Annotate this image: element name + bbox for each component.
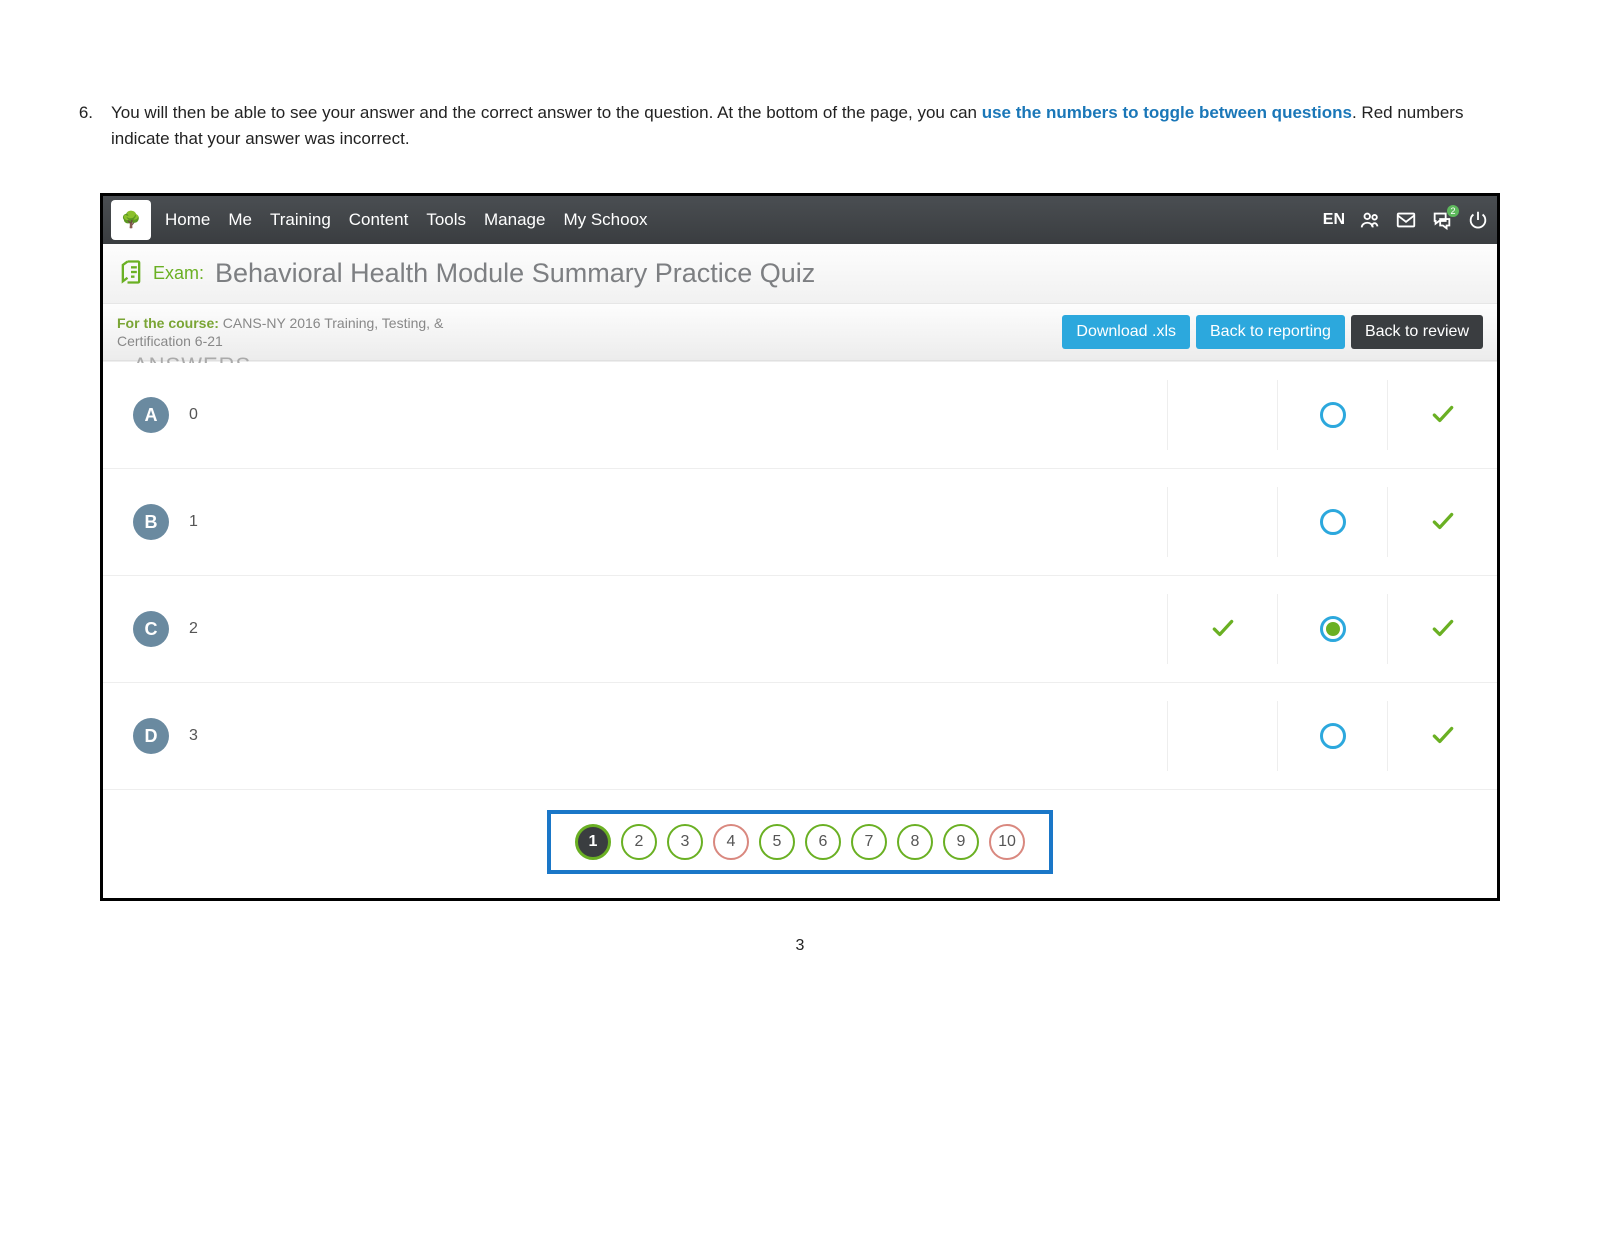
overall-col [1387,380,1497,450]
page-number: 3 [75,937,1525,955]
option-value: 2 [189,620,198,638]
question-number-button[interactable]: 2 [621,824,657,860]
question-number-button[interactable]: 8 [897,824,933,860]
selected-col [1277,487,1387,557]
exam-header: Exam: Behavioral Health Module Summary P… [103,244,1497,304]
answer-row: B1 [103,469,1497,576]
question-number-button[interactable]: 7 [851,824,887,860]
nav-item[interactable]: Me [228,210,252,230]
nav-item[interactable]: Manage [484,210,545,230]
radio-icon [1320,402,1346,428]
exam-label: Exam: [153,263,204,284]
overall-col [1387,487,1497,557]
people-icon[interactable] [1359,209,1381,231]
question-number-button[interactable]: 6 [805,824,841,860]
nav-item[interactable]: My Schoox [563,210,647,230]
question-number-button[interactable]: 1 [575,824,611,860]
option-value: 1 [189,513,198,531]
exam-title: Behavioral Health Module Summary Practic… [215,258,815,289]
selected-col [1277,594,1387,664]
overall-col [1387,701,1497,771]
check-icon [1430,615,1456,644]
your-answer-col [1167,380,1277,450]
radio-selected-icon [1320,616,1346,642]
back-to-reporting-button[interactable]: Back to reporting [1196,315,1345,349]
screenshot-frame: 🌳 Home Me Training Content Tools Manage My Sch… [100,193,1500,901]
download-xls-button[interactable]: Download .xls [1062,315,1190,349]
check-icon [1430,722,1456,751]
exam-icon [117,258,145,289]
option-letter: C [133,611,169,647]
question-number-button[interactable]: 5 [759,824,795,860]
option-value: 0 [189,406,198,424]
nav-item[interactable]: Home [165,210,210,230]
question-number-button[interactable]: 10 [989,824,1025,860]
check-icon [1430,401,1456,430]
logo[interactable]: 🌳 [111,200,151,240]
your-answer-col [1167,487,1277,557]
instruction-step: 6. You will then be able to see your ans… [75,100,1525,153]
nav-items: Home Me Training Content Tools Manage My Schoo… [165,210,648,230]
sub-bar: For the course: CANS-NY 2016 Training, T… [103,304,1497,361]
selected-col [1277,701,1387,771]
option-value: 3 [189,727,198,745]
answer-row: A0 [103,361,1497,469]
option-letter: A [133,397,169,433]
question-number-button[interactable]: 4 [713,824,749,860]
overall-col [1387,594,1497,664]
language-selector[interactable]: EN [1323,211,1345,229]
nav-item[interactable]: Content [349,210,409,230]
highlight-text: use the numbers to toggle between questi… [982,103,1352,122]
nav-item[interactable]: Tools [426,210,466,230]
messages-icon[interactable]: 2 [1431,209,1453,231]
selected-col [1277,380,1387,450]
your-answer-col [1167,594,1277,664]
check-icon [1210,615,1236,644]
back-to-review-button[interactable]: Back to review [1351,315,1483,349]
check-icon [1430,508,1456,537]
answers-section: ANSWERS A0B1C2D3 12345678910 [103,361,1497,898]
power-icon[interactable] [1467,209,1489,231]
top-nav: 🌳 Home Me Training Content Tools Manage My Sch… [103,196,1497,244]
radio-icon [1320,509,1346,535]
question-pager: 123456789 10 [547,810,1053,874]
nav-item[interactable]: Training [270,210,331,230]
your-answer-col [1167,701,1277,771]
question-number-button[interactable]: 3 [667,824,703,860]
step-number: 6. [75,100,93,153]
step-text: You will then be able to see your answer… [111,100,1525,153]
radio-icon [1320,723,1346,749]
answer-row: D3 [103,683,1497,790]
question-number-button[interactable]: 9 [943,824,979,860]
option-letter: D [133,718,169,754]
option-letter: B [133,504,169,540]
clipped-heading: ANSWERS [133,353,251,363]
notification-badge: 2 [1447,205,1459,217]
mail-icon[interactable] [1395,209,1417,231]
answer-row: C2 [103,576,1497,683]
course-info: For the course: CANS-NY 2016 Training, T… [117,314,477,350]
